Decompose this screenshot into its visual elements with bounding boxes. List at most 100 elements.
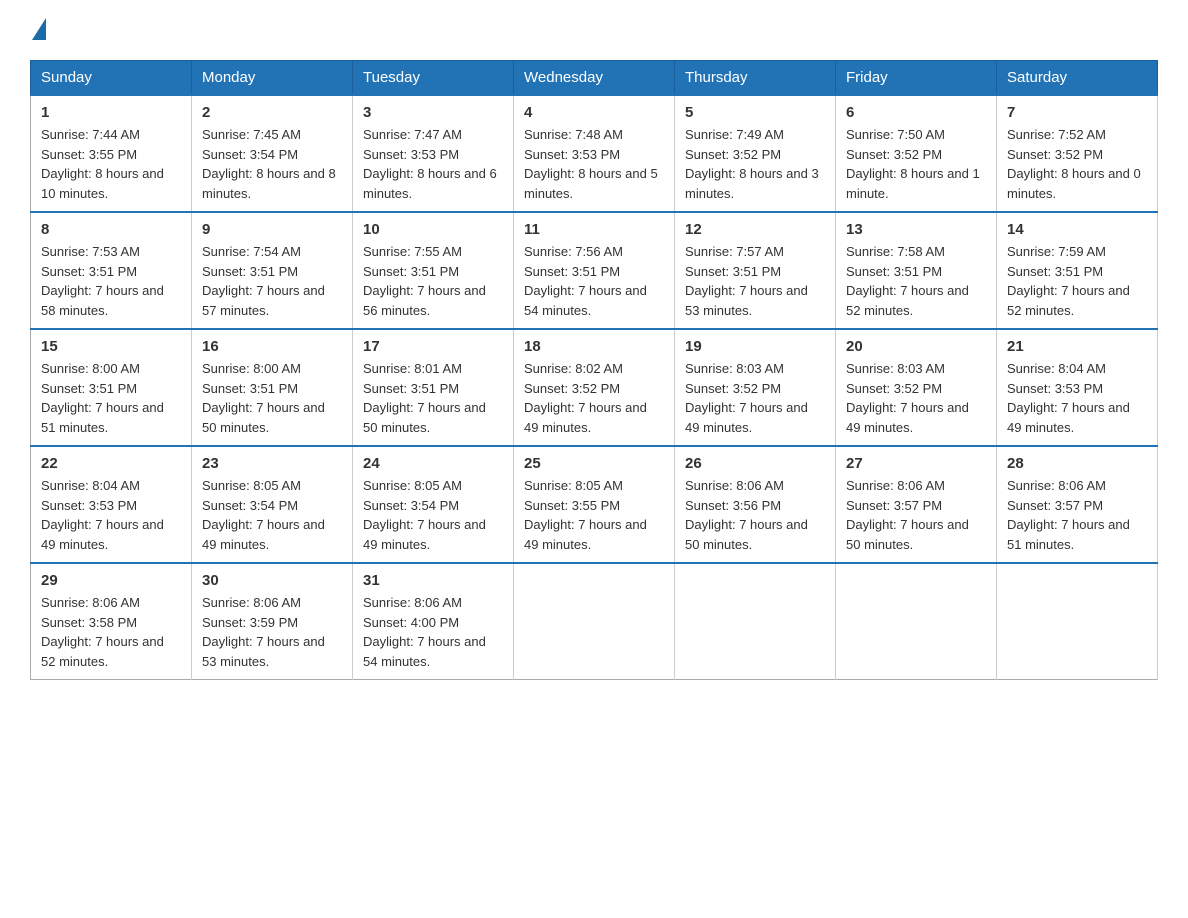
calendar-header-thursday: Thursday bbox=[675, 61, 836, 96]
day-info: Sunrise: 8:00 AMSunset: 3:51 PMDaylight:… bbox=[202, 359, 342, 437]
day-number: 11 bbox=[524, 221, 664, 238]
logo-triangle-icon bbox=[32, 18, 46, 40]
calendar-cell: 20 Sunrise: 8:03 AMSunset: 3:52 PMDayligh… bbox=[836, 329, 997, 446]
day-number: 16 bbox=[202, 338, 342, 355]
day-info: Sunrise: 8:06 AMSunset: 3:57 PMDaylight:… bbox=[846, 476, 986, 554]
calendar-cell: 24 Sunrise: 8:05 AMSunset: 3:54 PMDayligh… bbox=[353, 446, 514, 563]
calendar-cell: 6 Sunrise: 7:50 AMSunset: 3:52 PMDaylight… bbox=[836, 95, 997, 212]
day-info: Sunrise: 8:04 AMSunset: 3:53 PMDaylight:… bbox=[41, 476, 181, 554]
week-row-5: 29 Sunrise: 8:06 AMSunset: 3:58 PMDayligh… bbox=[31, 563, 1158, 680]
day-info: Sunrise: 8:05 AMSunset: 3:54 PMDaylight:… bbox=[202, 476, 342, 554]
calendar-cell: 2Sunrise: 7:45 AMSunset: 3:54 PMDaylight… bbox=[192, 95, 353, 212]
day-info: Sunrise: 8:01 AMSunset: 3:51 PMDaylight:… bbox=[363, 359, 503, 437]
day-info: Sunrise: 8:06 AMSunset: 4:00 PMDaylight:… bbox=[363, 593, 503, 671]
day-number: 20 bbox=[846, 338, 986, 355]
calendar-cell: 9Sunrise: 7:54 AMSunset: 3:51 PMDaylight… bbox=[192, 212, 353, 329]
calendar-header-row: SundayMondayTuesdayWednesdayThursdayFrid… bbox=[31, 61, 1158, 96]
day-info: Sunrise: 7:59 AMSunset: 3:51 PMDaylight:… bbox=[1007, 242, 1147, 320]
day-info: Sunrise: 7:47 AMSunset: 3:53 PMDaylight:… bbox=[363, 125, 503, 203]
day-number: 24 bbox=[363, 455, 503, 472]
day-info: Sunrise: 7:48 AMSunset: 3:53 PMDaylight:… bbox=[524, 125, 664, 203]
day-number: 9 bbox=[202, 221, 342, 238]
calendar-header-wednesday: Wednesday bbox=[514, 61, 675, 96]
day-info: Sunrise: 7:56 AMSunset: 3:51 PMDaylight:… bbox=[524, 242, 664, 320]
calendar-cell: 10Sunrise: 7:55 AMSunset: 3:51 PMDayligh… bbox=[353, 212, 514, 329]
day-number: 23 bbox=[202, 455, 342, 472]
calendar-header-friday: Friday bbox=[836, 61, 997, 96]
week-row-2: 8 Sunrise: 7:53 AMSunset: 3:51 PMDaylight… bbox=[31, 212, 1158, 329]
day-number: 10 bbox=[363, 221, 503, 238]
day-number: 3 bbox=[363, 104, 503, 121]
calendar-cell: 30 Sunrise: 8:06 AMSunset: 3:59 PMDayligh… bbox=[192, 563, 353, 680]
day-number: 15 bbox=[41, 338, 181, 355]
day-number: 13 bbox=[846, 221, 986, 238]
day-info: Sunrise: 7:53 AMSunset: 3:51 PMDaylight:… bbox=[41, 242, 181, 320]
calendar-cell: 13 Sunrise: 7:58 AMSunset: 3:51 PMDayligh… bbox=[836, 212, 997, 329]
day-info: Sunrise: 8:06 AMSunset: 3:58 PMDaylight:… bbox=[41, 593, 181, 671]
day-number: 31 bbox=[363, 572, 503, 589]
calendar-header-tuesday: Tuesday bbox=[353, 61, 514, 96]
day-info: Sunrise: 8:05 AMSunset: 3:54 PMDaylight:… bbox=[363, 476, 503, 554]
calendar-cell: 26 Sunrise: 8:06 AMSunset: 3:56 PMDayligh… bbox=[675, 446, 836, 563]
day-number: 2 bbox=[202, 104, 342, 121]
calendar-header-monday: Monday bbox=[192, 61, 353, 96]
calendar-cell: 23 Sunrise: 8:05 AMSunset: 3:54 PMDayligh… bbox=[192, 446, 353, 563]
day-number: 1 bbox=[41, 104, 181, 121]
day-info: Sunrise: 7:58 AMSunset: 3:51 PMDaylight:… bbox=[846, 242, 986, 320]
day-number: 30 bbox=[202, 572, 342, 589]
calendar-cell bbox=[836, 563, 997, 680]
day-number: 5 bbox=[685, 104, 825, 121]
calendar-cell: 25 Sunrise: 8:05 AMSunset: 3:55 PMDayligh… bbox=[514, 446, 675, 563]
week-row-4: 22 Sunrise: 8:04 AMSunset: 3:53 PMDayligh… bbox=[31, 446, 1158, 563]
day-info: Sunrise: 7:57 AMSunset: 3:51 PMDaylight:… bbox=[685, 242, 825, 320]
day-info: Sunrise: 8:06 AMSunset: 3:59 PMDaylight:… bbox=[202, 593, 342, 671]
calendar-cell: 3 Sunrise: 7:47 AMSunset: 3:53 PMDaylight… bbox=[353, 95, 514, 212]
day-number: 28 bbox=[1007, 455, 1147, 472]
day-number: 12 bbox=[685, 221, 825, 238]
calendar-cell: 15 Sunrise: 8:00 AMSunset: 3:51 PMDayligh… bbox=[31, 329, 192, 446]
calendar-cell: 28 Sunrise: 8:06 AMSunset: 3:57 PMDayligh… bbox=[997, 446, 1158, 563]
day-info: Sunrise: 8:06 AMSunset: 3:56 PMDaylight:… bbox=[685, 476, 825, 554]
logo bbox=[30, 20, 46, 42]
day-number: 17 bbox=[363, 338, 503, 355]
day-number: 29 bbox=[41, 572, 181, 589]
calendar-cell: 14Sunrise: 7:59 AMSunset: 3:51 PMDayligh… bbox=[997, 212, 1158, 329]
calendar-cell: 19Sunrise: 8:03 AMSunset: 3:52 PMDayligh… bbox=[675, 329, 836, 446]
day-info: Sunrise: 7:49 AMSunset: 3:52 PMDaylight:… bbox=[685, 125, 825, 203]
calendar-header-sunday: Sunday bbox=[31, 61, 192, 96]
day-info: Sunrise: 8:03 AMSunset: 3:52 PMDaylight:… bbox=[846, 359, 986, 437]
day-number: 25 bbox=[524, 455, 664, 472]
calendar-table: SundayMondayTuesdayWednesdayThursdayFrid… bbox=[30, 60, 1158, 680]
day-info: Sunrise: 7:50 AMSunset: 3:52 PMDaylight:… bbox=[846, 125, 986, 203]
calendar-cell: 29 Sunrise: 8:06 AMSunset: 3:58 PMDayligh… bbox=[31, 563, 192, 680]
calendar-cell: 16 Sunrise: 8:00 AMSunset: 3:51 PMDayligh… bbox=[192, 329, 353, 446]
calendar-cell: 31 Sunrise: 8:06 AMSunset: 4:00 PMDayligh… bbox=[353, 563, 514, 680]
calendar-cell: 21Sunrise: 8:04 AMSunset: 3:53 PMDayligh… bbox=[997, 329, 1158, 446]
page-header bbox=[30, 20, 1158, 42]
day-info: Sunrise: 8:04 AMSunset: 3:53 PMDaylight:… bbox=[1007, 359, 1147, 437]
day-number: 6 bbox=[846, 104, 986, 121]
day-number: 27 bbox=[846, 455, 986, 472]
day-info: Sunrise: 8:02 AMSunset: 3:52 PMDaylight:… bbox=[524, 359, 664, 437]
calendar-cell: 17 Sunrise: 8:01 AMSunset: 3:51 PMDayligh… bbox=[353, 329, 514, 446]
day-info: Sunrise: 8:06 AMSunset: 3:57 PMDaylight:… bbox=[1007, 476, 1147, 554]
week-row-1: 1 Sunrise: 7:44 AMSunset: 3:55 PMDaylight… bbox=[31, 95, 1158, 212]
day-number: 19 bbox=[685, 338, 825, 355]
day-number: 8 bbox=[41, 221, 181, 238]
day-info: Sunrise: 8:00 AMSunset: 3:51 PMDaylight:… bbox=[41, 359, 181, 437]
calendar-cell: 11 Sunrise: 7:56 AMSunset: 3:51 PMDayligh… bbox=[514, 212, 675, 329]
day-info: Sunrise: 8:05 AMSunset: 3:55 PMDaylight:… bbox=[524, 476, 664, 554]
day-number: 7 bbox=[1007, 104, 1147, 121]
calendar-cell: 8 Sunrise: 7:53 AMSunset: 3:51 PMDaylight… bbox=[31, 212, 192, 329]
calendar-cell: 7Sunrise: 7:52 AMSunset: 3:52 PMDaylight… bbox=[997, 95, 1158, 212]
calendar-cell bbox=[514, 563, 675, 680]
day-number: 26 bbox=[685, 455, 825, 472]
calendar-cell: 27 Sunrise: 8:06 AMSunset: 3:57 PMDayligh… bbox=[836, 446, 997, 563]
calendar-cell: 4Sunrise: 7:48 AMSunset: 3:53 PMDaylight… bbox=[514, 95, 675, 212]
calendar-cell: 5 Sunrise: 7:49 AMSunset: 3:52 PMDaylight… bbox=[675, 95, 836, 212]
calendar-cell bbox=[675, 563, 836, 680]
day-info: Sunrise: 7:44 AMSunset: 3:55 PMDaylight:… bbox=[41, 125, 181, 203]
calendar-cell: 22 Sunrise: 8:04 AMSunset: 3:53 PMDayligh… bbox=[31, 446, 192, 563]
day-number: 22 bbox=[41, 455, 181, 472]
calendar-cell bbox=[997, 563, 1158, 680]
